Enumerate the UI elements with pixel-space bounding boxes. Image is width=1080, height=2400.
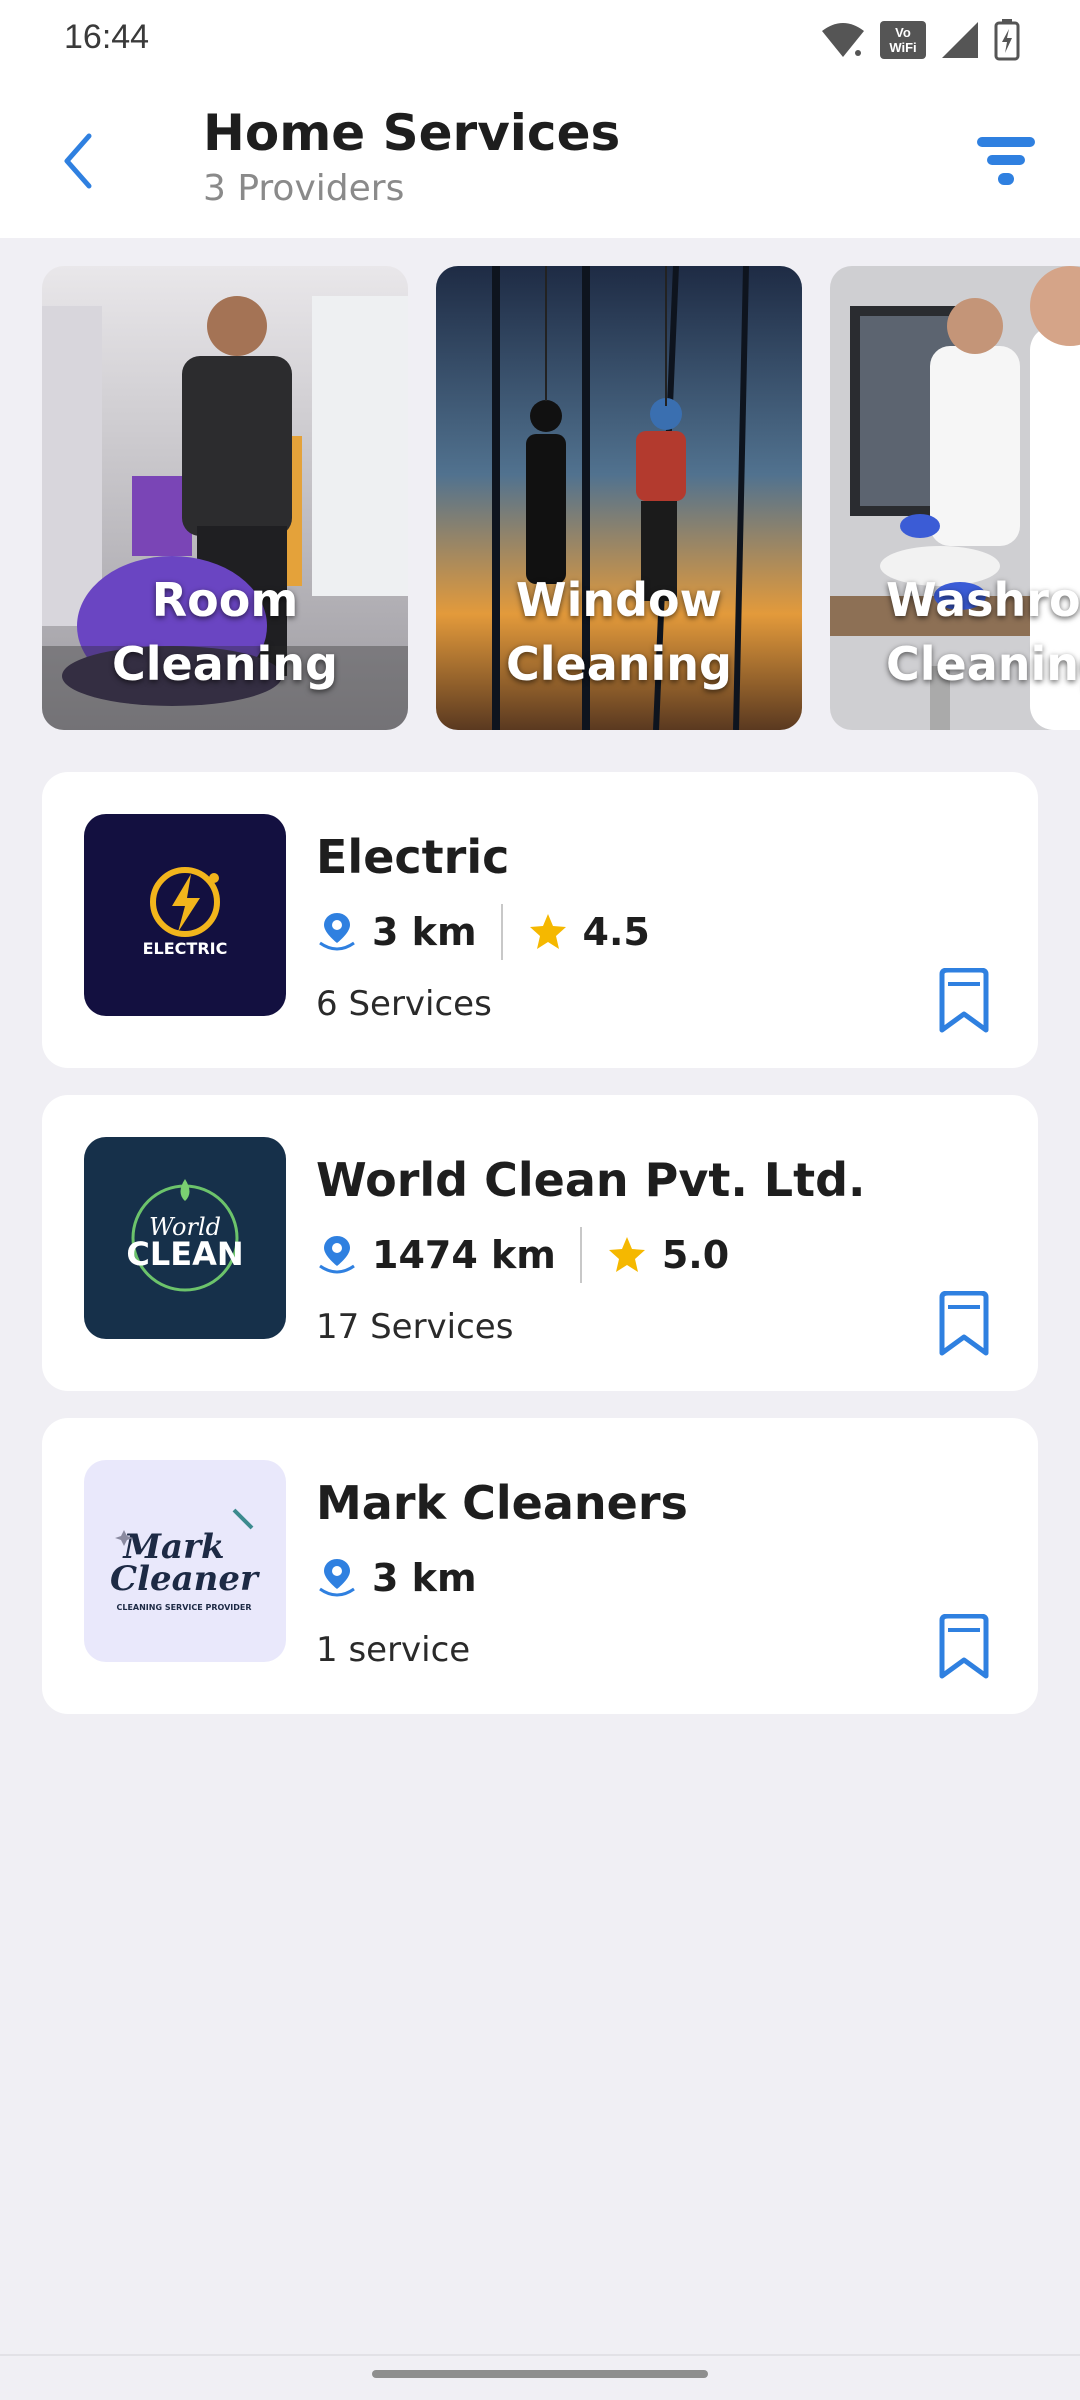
provider-logo: ELECTRIC xyxy=(84,814,286,1016)
provider-logo: World CLEAN xyxy=(84,1137,286,1339)
status-time: 16:44 xyxy=(64,18,150,56)
provider-rating: 4.5 xyxy=(582,910,650,954)
provider-services-count: 1 service xyxy=(316,1630,471,1670)
filter-icon xyxy=(977,137,1035,185)
electric-logo: ELECTRIC xyxy=(143,867,228,958)
provider-logo: Mark Cleaner CLEANING SERVICE PROVIDER xyxy=(84,1460,286,1662)
svg-text:CLEANING SERVICE PROVIDER: CLEANING SERVICE PROVIDER xyxy=(116,1603,251,1612)
provider-services-count: 17 Services xyxy=(316,1307,514,1347)
status-icons: Vo WiFi xyxy=(820,18,1020,62)
provider-distance: 3 km xyxy=(372,1556,477,1600)
provider-distance: 3 km xyxy=(372,910,477,954)
meta-divider xyxy=(579,1227,582,1283)
battery-icon xyxy=(994,19,1020,61)
location-pin-icon xyxy=(319,1236,355,1274)
world-clean-logo: World CLEAN xyxy=(126,1179,244,1292)
status-bar: 16:44 Vo WiFi xyxy=(0,0,1080,82)
category-card-washroom-cleaning[interactable]: Washroom Cleaning xyxy=(830,266,1080,730)
mark-cleaner-logo: Mark Cleaner CLEANING SERVICE PROVIDER xyxy=(110,1508,260,1612)
provider-card-electric[interactable]: ELECTRIC Electric 3 km 4.5 6 Services xyxy=(42,772,1038,1068)
navigation-bar-divider xyxy=(0,2354,1080,2356)
provider-services-count: 6 Services xyxy=(316,984,492,1024)
home-indicator[interactable] xyxy=(372,2370,708,2378)
location-pin-icon xyxy=(319,1559,355,1597)
provider-name: Electric xyxy=(316,830,510,884)
category-label: Room Cleaning xyxy=(112,573,338,691)
app-header: Home Services 3 Providers xyxy=(0,82,1080,238)
provider-rating: 5.0 xyxy=(661,1233,730,1277)
provider-distance: 1474 km xyxy=(372,1233,556,1277)
category-carousel[interactable]: Room Cleaning Window Cleaning Washro Cle… xyxy=(0,266,1080,730)
category-label: Window Cleaning xyxy=(506,573,732,691)
provider-name: World Clean Pvt. Ltd. xyxy=(316,1153,866,1207)
category-label: Washroom Cleaning xyxy=(886,573,1080,691)
meta-divider xyxy=(500,904,503,960)
category-card-window-cleaning[interactable]: Window Cleaning xyxy=(436,266,802,730)
provider-meta: 3 km 4.5 xyxy=(316,902,650,962)
svg-text:ELECTRIC: ELECTRIC xyxy=(143,939,228,958)
star-icon xyxy=(608,1237,645,1272)
bookmark-icon[interactable] xyxy=(934,1614,994,1680)
provider-count: 3 Providers xyxy=(203,168,405,209)
back-button[interactable] xyxy=(48,126,108,196)
star-icon xyxy=(529,914,566,949)
svg-text:CLEAN: CLEAN xyxy=(126,1235,243,1273)
page-title: Home Services xyxy=(203,104,621,162)
svg-text:Cleaner: Cleaner xyxy=(110,1559,260,1599)
provider-card-mark-cleaners[interactable]: Mark Cleaner CLEANING SERVICE PROVIDER M… xyxy=(42,1418,1038,1714)
wifi-icon xyxy=(822,23,864,57)
filter-button[interactable] xyxy=(970,126,1042,198)
provider-name: Mark Cleaners xyxy=(316,1476,688,1530)
cellular-signal-icon xyxy=(942,22,978,58)
location-pin-icon xyxy=(319,913,355,951)
bookmark-icon[interactable] xyxy=(934,968,994,1034)
vowifi-icon: Vo WiFi xyxy=(880,21,926,59)
bookmark-icon[interactable] xyxy=(934,1291,994,1357)
provider-meta: 1474 km 5.0 xyxy=(316,1225,729,1285)
chevron-left-icon xyxy=(64,133,92,189)
category-card-room-cleaning[interactable]: Room Cleaning xyxy=(42,266,408,730)
provider-meta: 3 km xyxy=(316,1548,477,1608)
provider-card-world-clean[interactable]: World CLEAN World Clean Pvt. Ltd. 1474 k… xyxy=(42,1095,1038,1391)
